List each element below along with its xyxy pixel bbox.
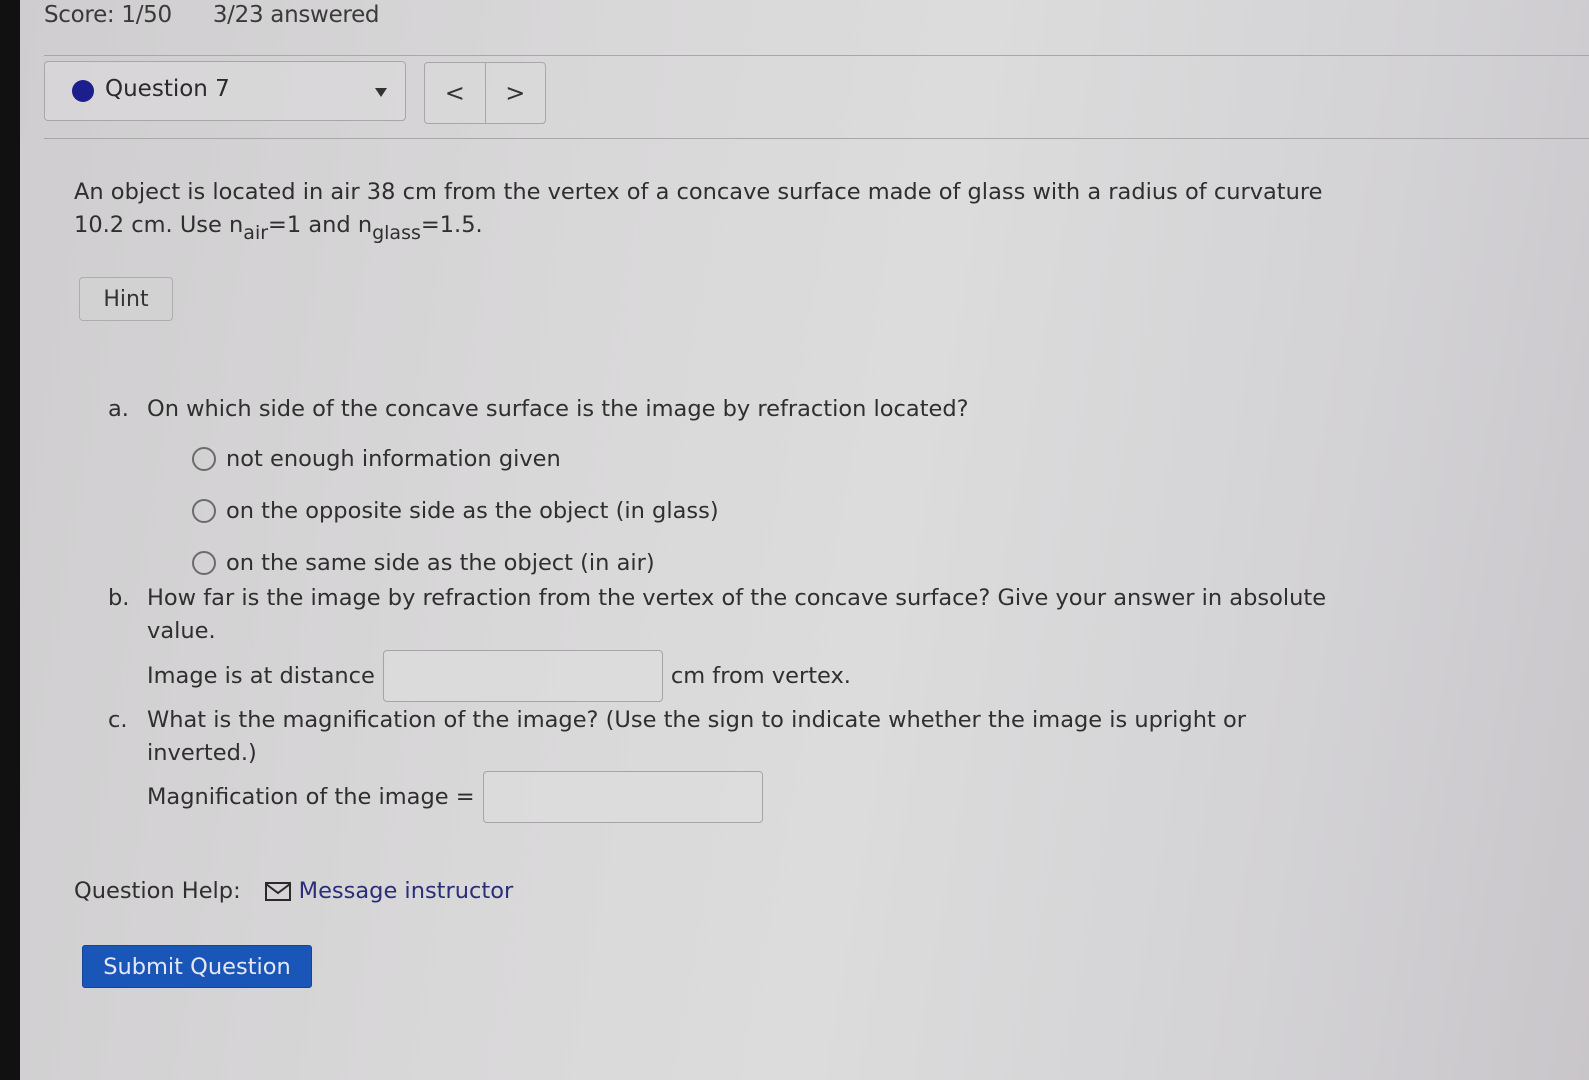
- previous-question-button[interactable]: <: [425, 63, 485, 123]
- mail-icon[interactable]: [264, 881, 291, 901]
- score-bar: Score: 1/50 3/23 answered: [44, 2, 413, 28]
- part-a-text: On which side of the concave surface is …: [147, 396, 969, 422]
- chevron-left-icon: <: [444, 79, 465, 107]
- distance-suffix: cm from vertex.: [670, 663, 851, 689]
- chevron-right-icon: >: [505, 79, 526, 107]
- radio-label: on the opposite side as the object (in g…: [226, 498, 719, 524]
- divider: [44, 138, 1589, 139]
- question-help: Question Help: Message instructor: [74, 878, 513, 904]
- radio-label: not enough information given: [226, 446, 561, 472]
- problem-statement: An object is located in air 38 cm from t…: [74, 176, 1354, 244]
- radio-option-same-side[interactable]: on the same side as the object (in air): [192, 550, 655, 576]
- magnification-prefix: Magnification of the image =: [147, 784, 475, 810]
- part-c-text-line-1: What is the magnification of the image? …: [147, 707, 1246, 733]
- radio-label: on the same side as the object (in air): [226, 550, 655, 576]
- radio-option-not-enough-info[interactable]: not enough information given: [192, 446, 561, 472]
- part-c-text-line-2: inverted.): [147, 740, 257, 766]
- hint-button[interactable]: Hint: [79, 277, 173, 321]
- distance-prefix: Image is at distance: [147, 663, 375, 689]
- part-a-letter: a.: [108, 396, 129, 422]
- magnification-input[interactable]: [482, 771, 763, 823]
- question-select[interactable]: Question 7: [44, 61, 406, 121]
- question-select-label: Question 7: [105, 76, 230, 102]
- score-text: Score: 1/50: [44, 2, 172, 28]
- question-status-dot: [72, 80, 94, 102]
- radio-button[interactable]: [192, 447, 216, 471]
- distance-answer-row: Image is at distance cm from vertex.: [147, 650, 851, 702]
- message-instructor-link[interactable]: Message instructor: [299, 878, 514, 904]
- answered-count: 3/23 answered: [212, 2, 380, 28]
- question-nav-group: < >: [424, 62, 546, 124]
- part-a-question: a. On which side of the concave surface i…: [108, 393, 1358, 426]
- screen: Score: 1/50 3/23 answered Question 7 < >…: [20, 0, 1589, 1080]
- problem-line-2: 10.2 cm. Use nair=1 and nglass=1.5.: [74, 212, 483, 244]
- next-question-button[interactable]: >: [484, 63, 546, 123]
- divider: [44, 55, 1589, 56]
- submit-question-button[interactable]: Submit Question: [82, 945, 312, 988]
- magnification-answer-row: Magnification of the image =: [147, 771, 771, 823]
- part-c-letter: c.: [108, 707, 128, 733]
- part-c-question: c. What is the magnification of the image…: [108, 704, 1358, 770]
- radio-button[interactable]: [192, 499, 216, 523]
- radio-button[interactable]: [192, 551, 216, 575]
- part-b-question: b. How far is the image by refraction fro…: [108, 582, 1358, 648]
- part-b-text-line-2: value.: [147, 618, 216, 644]
- radio-option-opposite-side[interactable]: on the opposite side as the object (in g…: [192, 498, 719, 524]
- distance-input[interactable]: [382, 650, 663, 702]
- chevron-down-icon: [375, 88, 387, 97]
- problem-line-1: An object is located in air 38 cm from t…: [74, 179, 1323, 205]
- part-b-letter: b.: [108, 585, 130, 611]
- part-b-text-line-1: How far is the image by refraction from …: [147, 585, 1327, 611]
- question-help-label: Question Help:: [74, 878, 241, 904]
